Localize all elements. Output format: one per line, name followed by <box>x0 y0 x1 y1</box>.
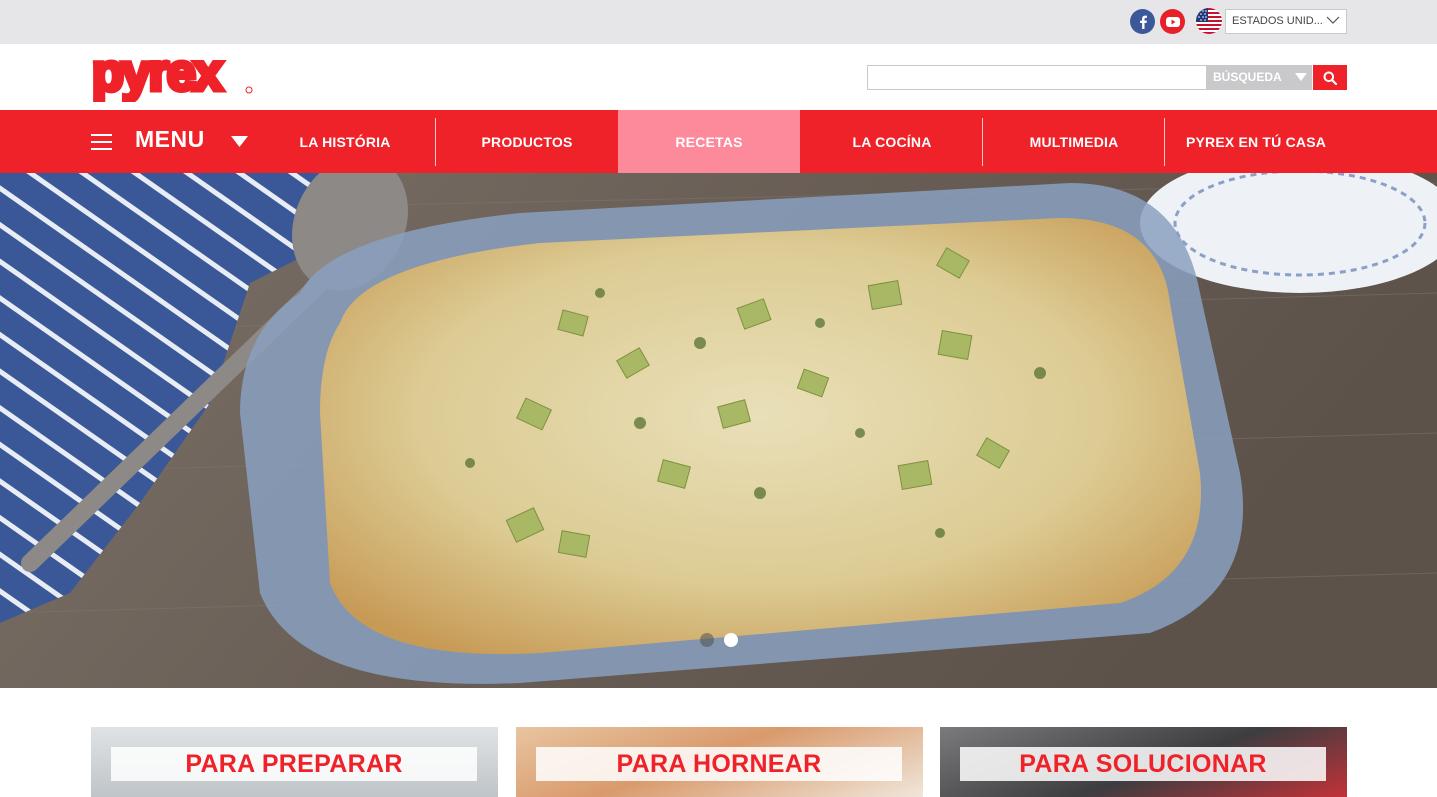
nav-item-cocina[interactable]: LA COCÍNA <box>801 110 983 173</box>
category-card-solucionar[interactable]: PARA SOLUCIONAR <box>940 727 1347 797</box>
category-card-hornear[interactable]: PARA HORNEAR <box>516 727 923 797</box>
nav-item-productos[interactable]: PRODUCTOS <box>436 110 618 173</box>
nav-item-pyrex-en-tu-casa[interactable]: PYREX EN TÚ CASA <box>1165 110 1347 173</box>
search-scope-label: BÚSQUEDA <box>1213 70 1282 84</box>
country-label: ESTADOS UNID... <box>1232 15 1323 27</box>
search-icon <box>1323 71 1337 85</box>
menu-toggle[interactable]: MENU <box>135 126 205 153</box>
category-card-preparar[interactable]: PARA PREPARAR <box>91 727 498 797</box>
svg-text:pyrex: pyrex <box>92 52 223 102</box>
search-button[interactable] <box>1313 65 1347 90</box>
hero-slider[interactable] <box>0 173 1437 688</box>
nav-item-historia[interactable]: LA HISTÓRIA <box>254 110 436 173</box>
top-utility-bar: ESTADOS UNID... <box>0 0 1437 44</box>
nav-item-multimedia[interactable]: MULTIMEDIA <box>983 110 1165 173</box>
search-scope-select[interactable]: BÚSQUEDA <box>1207 65 1312 90</box>
caret-down-icon[interactable] <box>231 136 248 147</box>
category-label: PARA HORNEAR <box>536 747 902 781</box>
facebook-icon[interactable] <box>1130 9 1155 34</box>
hero-image <box>0 173 1437 688</box>
caret-down-icon <box>1295 73 1307 81</box>
hamburger-icon[interactable] <box>91 134 112 150</box>
chevron-down-icon <box>1326 16 1340 24</box>
slider-dot[interactable] <box>700 633 714 647</box>
country-select[interactable]: ESTADOS UNID... <box>1225 9 1347 34</box>
slider-dot-active[interactable] <box>724 633 738 647</box>
site-header: pyrex pyrex BÚSQUEDA <box>0 42 1437 110</box>
main-navigation: MENU LA HISTÓRIA PRODUCTOS RECETAS LA CO… <box>0 110 1437 173</box>
nav-item-recetas[interactable]: RECETAS <box>618 110 800 173</box>
search-input[interactable] <box>867 65 1207 90</box>
pyrex-logo[interactable]: pyrex pyrex <box>90 42 254 105</box>
category-label: PARA SOLUCIONAR <box>960 747 1326 781</box>
category-label: PARA PREPARAR <box>111 747 477 781</box>
youtube-icon[interactable] <box>1160 9 1185 34</box>
slider-dots <box>700 633 738 647</box>
us-flag-icon[interactable] <box>1196 8 1222 34</box>
